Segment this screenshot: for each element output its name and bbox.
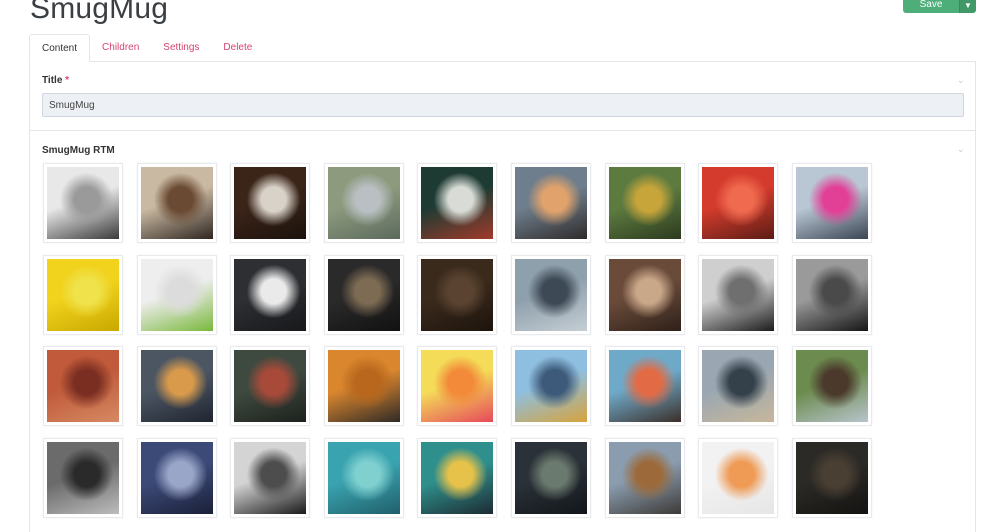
woman-in-forest-image [608,167,681,239]
gallery-thumbnail[interactable] [43,346,123,426]
hand-with-orange-image [702,441,775,514]
dark-forest-path-image [795,441,868,514]
gallery-thumbnail[interactable] [323,437,404,518]
tab-bar: Content Children Settings Delete [29,34,976,62]
gallery-thumbnail[interactable] [604,437,685,518]
tab-delete[interactable]: Delete [211,34,264,61]
vintage-dashboard-image [234,350,307,422]
banana-on-yellow-image [47,258,119,331]
old-man-beard-bw-image [702,258,775,331]
gallery-thumbnail[interactable] [511,163,591,243]
save-button[interactable]: Save [903,0,959,13]
gallery-thumbnail[interactable] [698,163,779,243]
jingle-bell-card-image [421,167,494,239]
gallery-thumbnail[interactable] [791,437,872,518]
gallery-thumbnail[interactable] [511,346,591,426]
station-traveler-image [140,350,213,422]
citrus-slices-image [421,350,494,422]
gallery-thumbnail[interactable] [136,254,217,335]
gallery-thumbnail[interactable] [791,254,872,335]
collapse-gallery-icon[interactable]: ⌄ [957,144,965,155]
chevron-down-icon: ▼ [964,0,972,10]
man-with-orange-car-image [515,167,587,239]
hand-with-lime-image [140,258,213,331]
gallery-thumbnail[interactable] [417,346,498,426]
gallery-thumbnail[interactable] [604,346,685,426]
gallery-thumbnail[interactable] [230,437,311,518]
suspension-bridge-image [515,258,587,331]
denim-backpack-image [515,350,587,422]
gallery-thumbnail[interactable] [136,346,217,426]
gallery-thumbnail[interactable] [604,254,685,335]
gallery-thumbnail[interactable] [230,254,311,335]
gallery-thumbnail[interactable] [136,437,217,518]
old-man-face-bw-image [795,258,868,331]
gallery-thumbnail[interactable] [230,163,311,243]
required-marker: * [65,75,70,86]
vintage-truck-image [702,350,775,422]
gallery-thumbnail[interactable] [417,163,498,243]
collapse-title-icon[interactable]: ⌄ [957,75,965,86]
rope-on-brick-image [47,350,119,422]
woman-on-balcony-image [140,167,213,239]
easter-island-moai-image [795,350,868,422]
gallery-thumbnail[interactable] [791,163,872,243]
tab-content[interactable]: Content [29,34,91,62]
tab-settings[interactable]: Settings [151,34,211,61]
gallery-thumbnail[interactable] [323,254,404,335]
woman-on-train-image [421,441,494,514]
gallery-thumbnail[interactable] [323,346,404,426]
mailbox-orange-wall-image [327,350,400,422]
woman-lying-on-grass-image [327,167,400,239]
gallery-thumbnail[interactable] [43,254,123,335]
gallery-thumbnail[interactable] [791,346,872,426]
title-field-label: Title * [42,75,69,86]
gallery-thumbnail[interactable] [698,437,779,518]
flamingo-image [702,167,775,239]
pink-phone-booth-image [795,167,868,239]
turntable-image [47,441,119,514]
title-input[interactable] [42,93,964,117]
vinyl-record-image [234,258,307,331]
title-label-text: Title [42,75,63,86]
gallery-thumbnail[interactable] [511,254,591,335]
gallery-thumbnail[interactable] [604,163,685,243]
gallery-thumbnail[interactable] [698,254,779,335]
temple-gate-image [140,441,213,514]
venice-gondola-bw-image [47,167,119,239]
fruit-bowl-image [608,350,681,422]
notebook-sketch-image [234,167,307,239]
save-button-group: Save ▼ [903,0,976,13]
gallery-label: SmugMug RTM [42,145,115,156]
page-title: SmugMug [30,0,169,25]
gallery-thumbnail[interactable] [136,163,217,243]
section-divider [30,130,975,131]
gallery-thumbnail[interactable] [323,163,404,243]
gallery-thumbnail[interactable] [698,346,779,426]
dark-woods-image [421,258,494,331]
gallery-thumbnail[interactable] [417,254,498,335]
gift-box-dark-image [327,258,400,331]
content-panel: Title * ⌄ SmugMug RTM ⌄ [29,62,976,532]
gallery-thumbnail[interactable] [43,163,123,243]
brown-boots-image [608,441,681,514]
city-aerial-night-image [515,441,587,514]
gallery-thumbnail[interactable] [230,346,311,426]
gallery-thumbnail[interactable] [43,437,123,518]
gallery-thumbnail[interactable] [511,437,591,518]
save-options-dropdown[interactable]: ▼ [959,0,976,13]
car-steering-wheel-bw-image [234,441,307,514]
tab-children[interactable]: Children [90,34,151,61]
coral-reef-image [327,441,400,514]
museum-hall-image [608,258,681,331]
gallery-thumbnail[interactable] [417,437,498,518]
